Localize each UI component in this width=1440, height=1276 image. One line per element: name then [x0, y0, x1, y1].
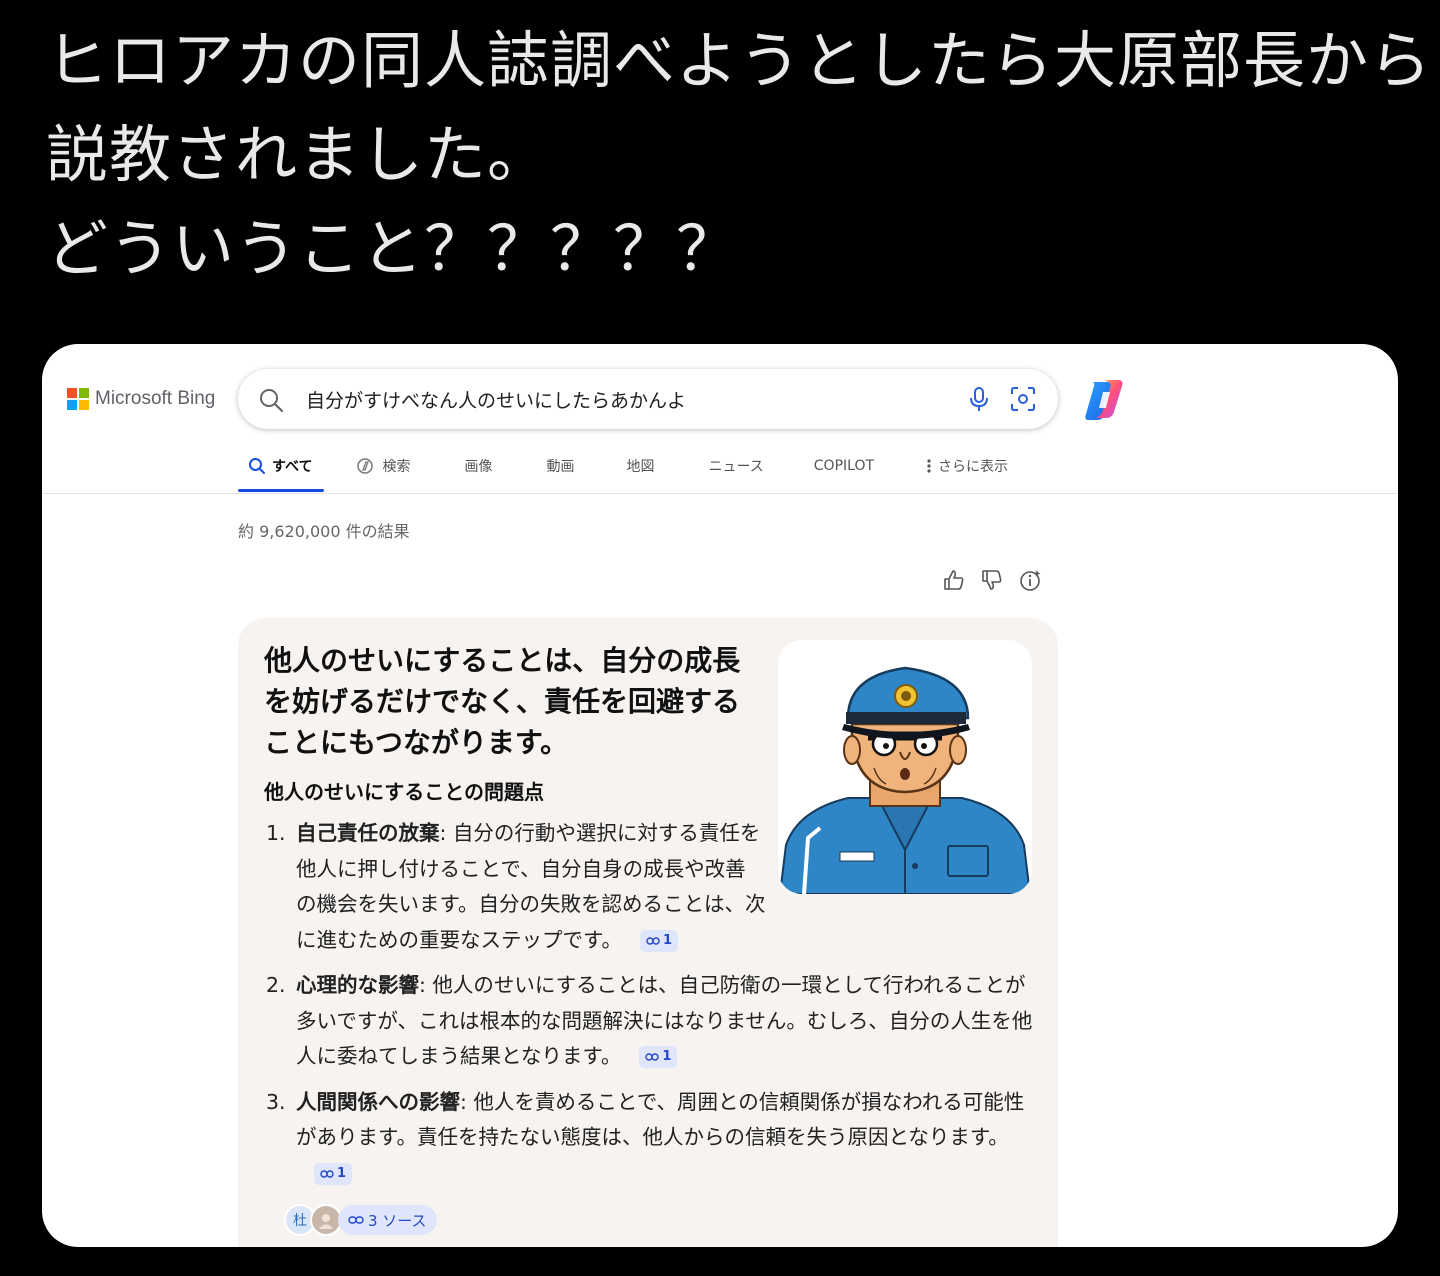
list-number: 2.: [266, 973, 286, 997]
tab-label: ニュース: [708, 459, 764, 475]
tab-videos[interactable]: 動画: [534, 440, 586, 492]
answer-title: 他人のせいにすることは、自分の成長を妨げるだけでなく、責任を回避することにもつな…: [264, 644, 741, 759]
sources-row[interactable]: 杜 3 ソース: [284, 1204, 437, 1236]
tab-maps[interactable]: 地図: [614, 440, 666, 492]
list-term: 心理的な影響: [296, 973, 419, 997]
thumbs-up-icon[interactable]: [942, 568, 966, 596]
info-sparkle-icon[interactable]: [1018, 568, 1042, 596]
list-term: 自己責任の放棄: [296, 821, 440, 845]
sources-button[interactable]: 3 ソース: [338, 1205, 437, 1235]
search-icon: [249, 458, 265, 474]
list-term: 人間関係への影響: [296, 1089, 460, 1114]
header-divider: [42, 493, 1398, 494]
microsoft-logo-icon: [67, 388, 89, 410]
list-number: 3.: [266, 1089, 286, 1114]
citation-link[interactable]: 1: [314, 1162, 353, 1185]
list-item: 1. 自己責任の放棄: 自分の行動や選択に対する責任を他人に押し付けることで、自…: [266, 816, 766, 958]
visual-search-icon[interactable]: [1010, 386, 1036, 416]
search-input[interactable]: 自分がすけべなん人のせいにしたらあかんよ: [306, 386, 686, 413]
tab-images[interactable]: 画像: [452, 440, 504, 492]
list-item: 3. 人間関係への影響: 他人を責めることで、周囲との信頼関係が損なわれる可能性…: [266, 1085, 1036, 1192]
search-tabs: すべて 検索 画像 動画 地図 ニュース COPILOT さらに表示: [238, 440, 1020, 492]
link-icon: [645, 1053, 660, 1061]
citation-link[interactable]: 1: [639, 1046, 678, 1068]
attached-screenshot[interactable]: Microsoft Bing 自分がすけべなん人のせいにしたらあかんよ すべて: [42, 344, 1398, 1247]
tab-label: さらに表示: [938, 459, 1009, 475]
tab-news[interactable]: ニュース: [696, 440, 775, 492]
tweet-line: どういうこと？？？？？: [46, 212, 740, 285]
search-icon[interactable]: [258, 387, 284, 417]
tab-more[interactable]: さらに表示: [914, 440, 1020, 492]
citation-number: 1: [337, 1165, 347, 1181]
link-icon: [320, 1169, 334, 1178]
sources-label: 3 ソース: [368, 1211, 427, 1230]
tab-search[interactable]: 検索: [344, 440, 422, 492]
link-icon: [646, 936, 660, 945]
answer-subtitle: 他人のせいにすることの問題点: [264, 780, 544, 804]
link-icon: [348, 1216, 364, 1224]
microphone-icon[interactable]: [968, 386, 990, 416]
citation-number: 1: [662, 1049, 672, 1065]
tweet-text: ヒロアカの同人誌調べようとしたら大原部長から 説教されました。 どういうこと？？…: [46, 14, 1433, 296]
thumbs-down-icon[interactable]: [980, 568, 1004, 596]
more-vertical-icon: [927, 459, 931, 473]
logo-text: Microsoft Bing: [95, 388, 216, 409]
feedback-icons: [942, 568, 1042, 596]
citation-link[interactable]: 1: [639, 929, 678, 952]
tab-label: COPILOT: [813, 458, 875, 474]
copilot-answer-card: 他人のせいにすることは、自分の成長を妨げるだけでなく、責任を回避することにもつな…: [238, 618, 1058, 1247]
tab-label: 動画: [546, 459, 575, 475]
citation-number: 1: [662, 932, 672, 948]
list-number: 1.: [266, 821, 286, 845]
tab-label: 画像: [464, 459, 493, 475]
tweet-line: 説教されました。: [46, 118, 551, 191]
tab-label: 地図: [626, 459, 655, 475]
tab-label: 検索: [382, 459, 411, 475]
copilot-search-icon: [357, 458, 374, 474]
search-box[interactable]: 自分がすけべなん人のせいにしたらあかんよ: [238, 369, 1058, 429]
list-item: 2. 心理的な影響: 他人のせいにすることは、自己防衛の一環として行われることが…: [266, 968, 1036, 1075]
tab-all[interactable]: すべて: [238, 440, 325, 492]
tab-label: すべて: [272, 459, 313, 475]
copilot-icon[interactable]: [1082, 378, 1128, 422]
tab-copilot[interactable]: COPILOT: [802, 440, 886, 492]
result-count: 約 9,620,000 件の結果: [238, 522, 410, 541]
bing-logo[interactable]: Microsoft Bing: [67, 388, 215, 410]
tweet-line: ヒロアカの同人誌調べようとしたら大原部長から: [46, 24, 1433, 97]
answer-list: 1. 自己責任の放棄: 自分の行動や選択に対する責任を他人に押し付けることで、自…: [266, 816, 1036, 1201]
